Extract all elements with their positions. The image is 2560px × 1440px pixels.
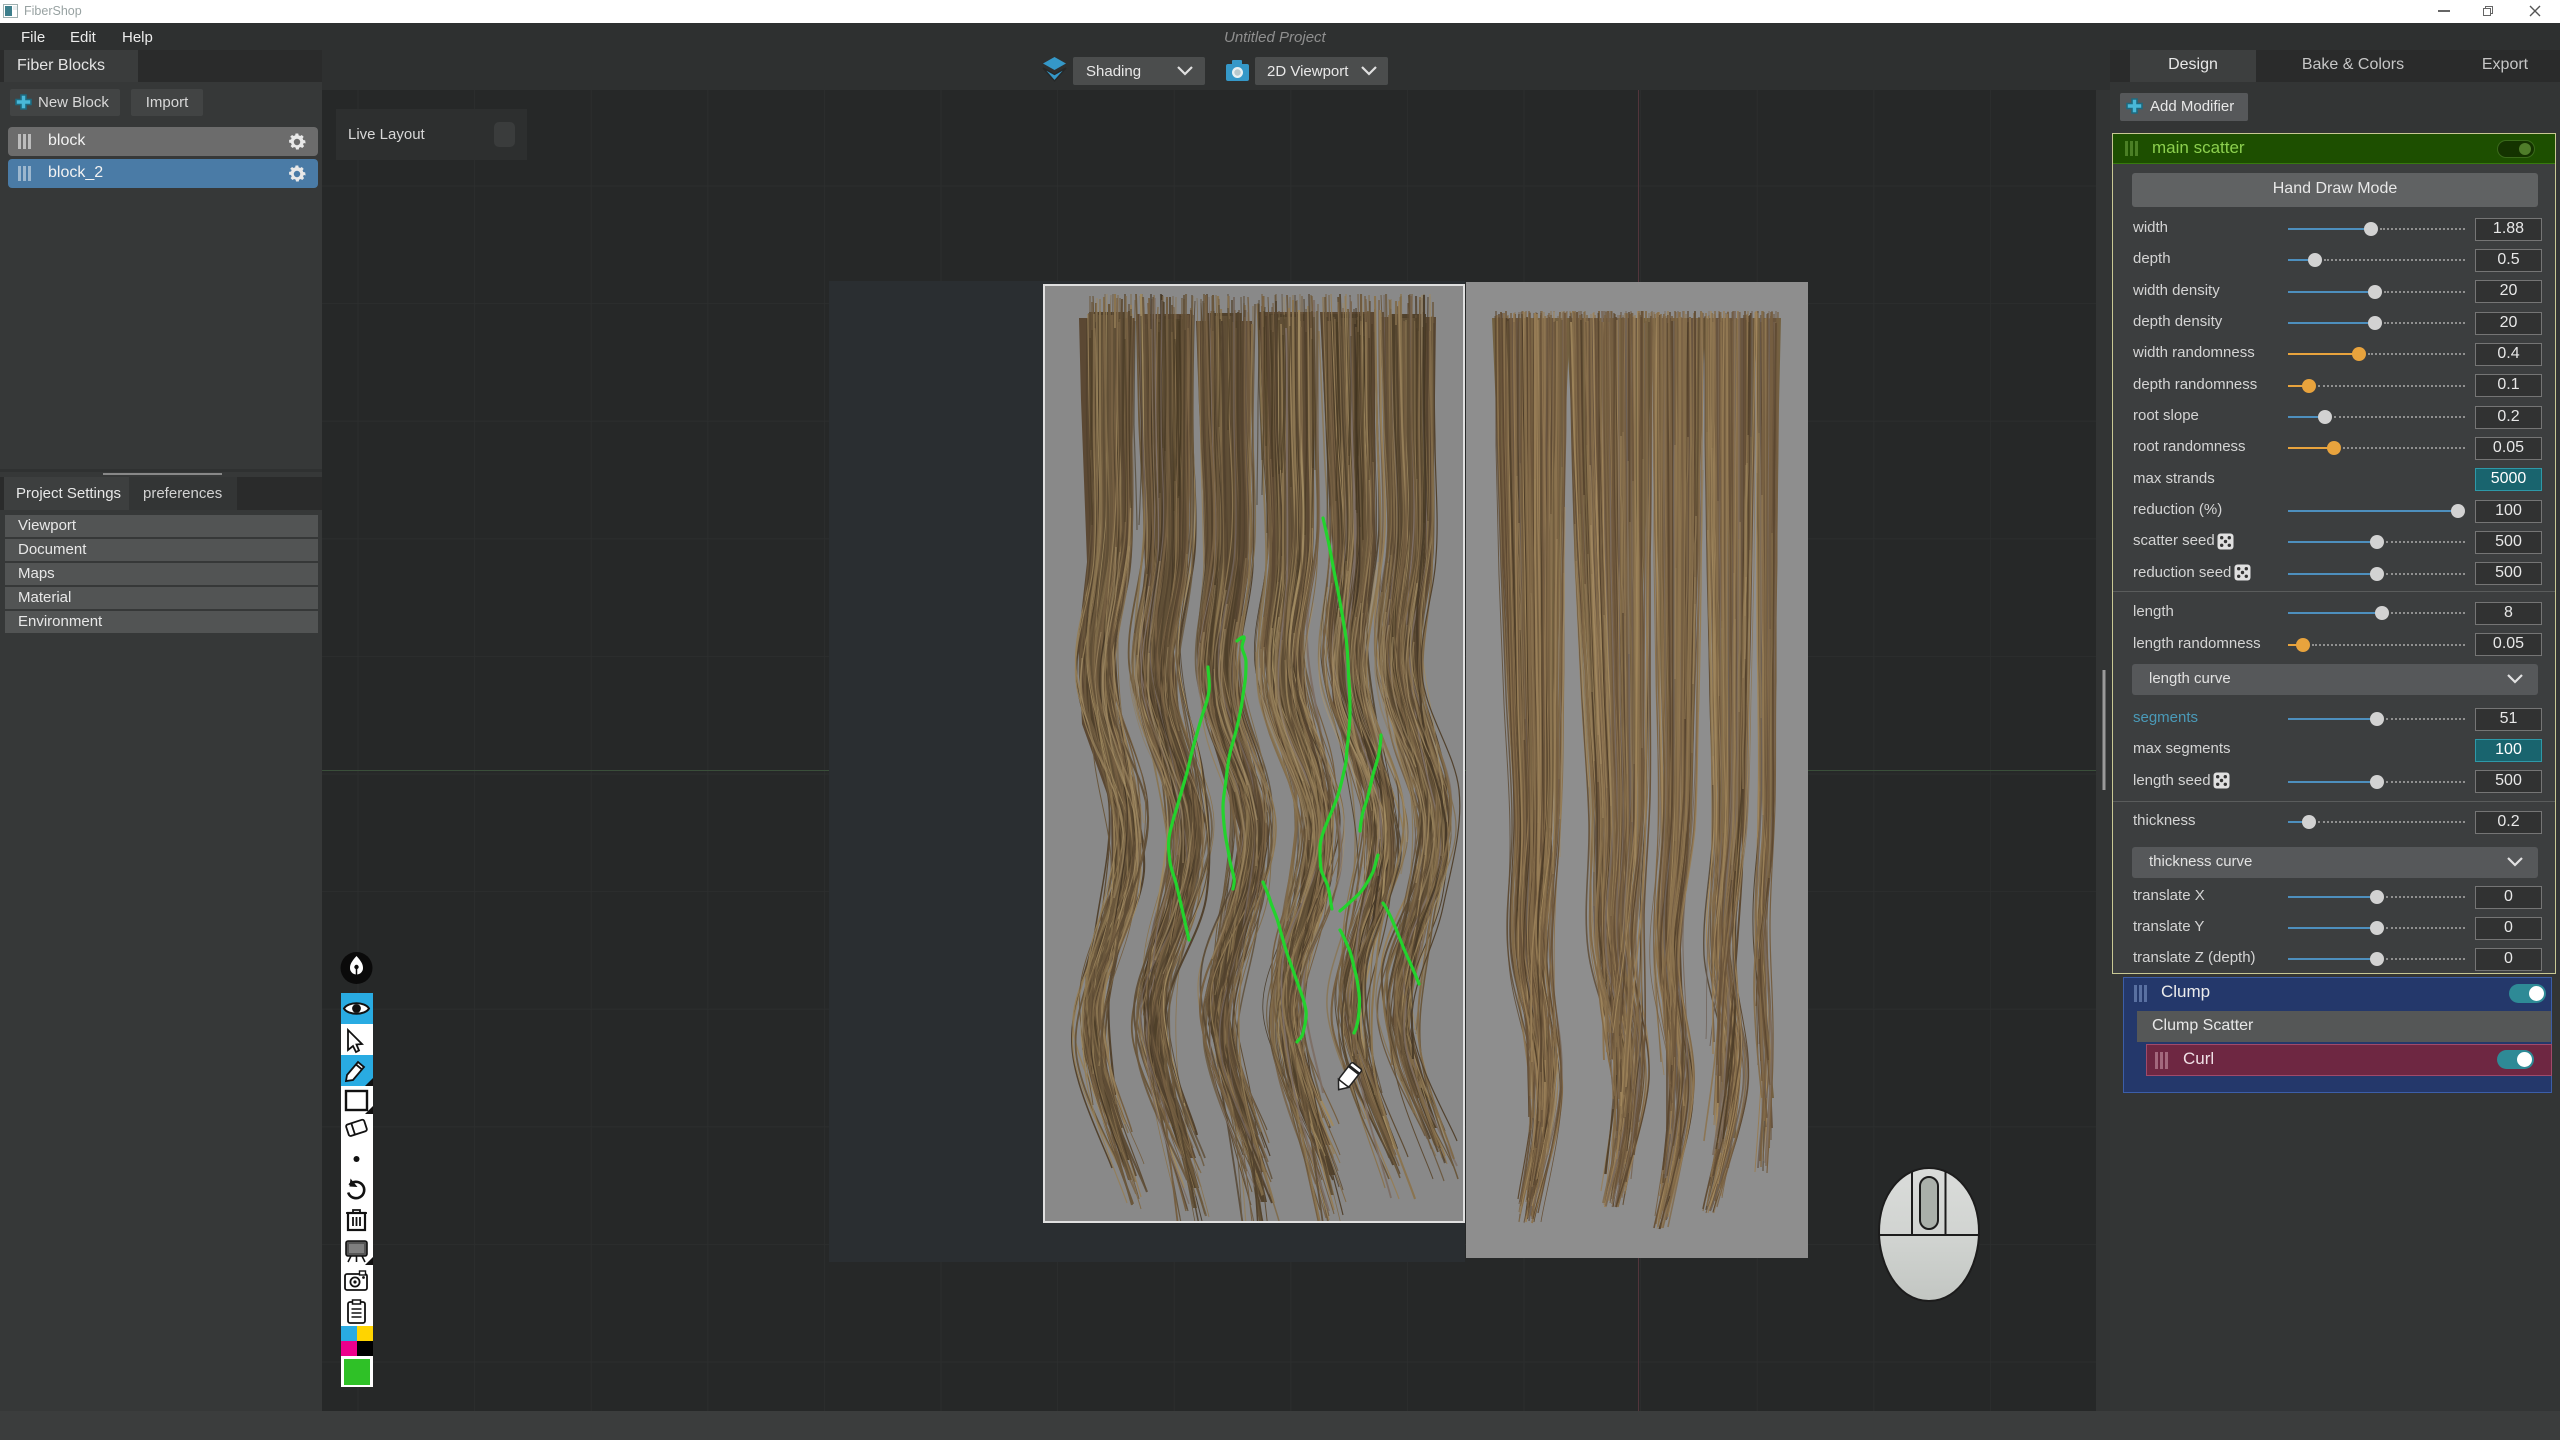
svg-text:Shading: Shading [1086, 63, 1141, 80]
svg-text:2D Viewport: 2D Viewport [1267, 63, 1349, 80]
svg-text:Live Layout: Live Layout [348, 126, 426, 143]
